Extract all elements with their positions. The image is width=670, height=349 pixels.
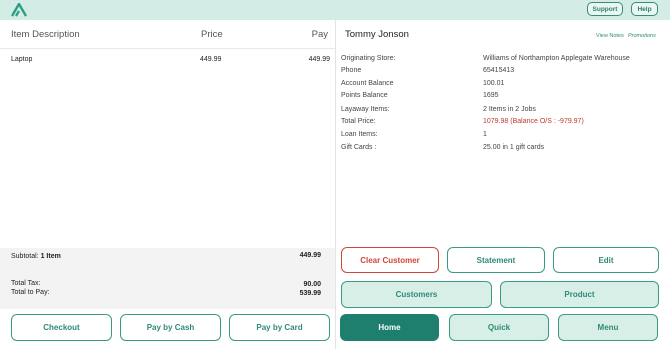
help-button[interactable]: Help: [631, 2, 658, 16]
subtotal-value: 449.99: [299, 252, 321, 259]
edit-button[interactable]: Edit: [553, 247, 659, 273]
field-value-loan-items: 1: [483, 131, 487, 138]
field-label-phone: Phone: [341, 67, 362, 74]
total-tax-label: Total Tax:: [11, 280, 41, 287]
pay-by-cash-button[interactable]: Pay by Cash: [120, 314, 221, 341]
customer-name: Tommy Jonson: [345, 29, 409, 40]
header-divider: [0, 48, 335, 49]
support-button[interactable]: Support: [587, 2, 623, 16]
field-label-loan-items: Loan Items:: [341, 131, 378, 138]
customers-button[interactable]: Customers: [341, 281, 492, 308]
total-to-pay-label: Total to Pay:: [11, 289, 50, 296]
field-label-account-balance: Account Balance: [341, 80, 394, 87]
field-label-total-price: Total Price:: [341, 118, 376, 125]
field-value-originating-store: Williams of Northampton Applegate Wareho…: [483, 55, 630, 62]
top-bar: Support Help: [0, 0, 670, 20]
field-label-gift-cards: Gift Cards :: [341, 144, 377, 151]
promotions-link[interactable]: Promotions: [628, 33, 656, 39]
product-button[interactable]: Product: [500, 281, 659, 308]
menu-button[interactable]: Menu: [558, 314, 658, 341]
field-value-gift-cards: 25.00 in 1 gift cards: [483, 144, 545, 151]
quick-button[interactable]: Quick: [449, 314, 549, 341]
column-header-pay: Pay: [311, 29, 328, 40]
total-tax-value: 90.00: [303, 281, 321, 288]
subtotal-count: 1 Item: [40, 253, 61, 260]
clear-customer-button[interactable]: Clear Customer: [341, 247, 439, 273]
field-label-originating-store: Originating Store:: [341, 55, 396, 62]
statement-button[interactable]: Statement: [447, 247, 545, 273]
item-price: 449.99: [200, 56, 222, 63]
column-header-description: Item Description: [11, 29, 80, 40]
field-value-account-balance: 100.01: [483, 80, 505, 87]
cart-panel: Item Description Price Pay Laptop 449.99…: [0, 20, 335, 349]
subtotal-label: Subtotal:: [11, 253, 39, 260]
field-value-points-balance: 1695: [483, 92, 499, 99]
column-header-price: Price: [201, 29, 223, 40]
totals-panel: Subtotal: 1 Item 449.99 Total Tax: 90.00…: [0, 248, 335, 309]
field-label-layaway-items: Layaway Items:: [341, 106, 390, 113]
total-to-pay-value: 539.99: [299, 290, 321, 297]
customer-panel: Tommy Jonson View Notes Promotions Origi…: [335, 20, 670, 349]
checkout-button[interactable]: Checkout: [11, 314, 112, 341]
home-button[interactable]: Home: [340, 314, 439, 341]
pay-by-card-button[interactable]: Pay by Card: [229, 314, 330, 341]
item-pay: 449.99: [308, 56, 330, 63]
subtotal-row: Subtotal: 1 Item: [11, 253, 61, 260]
field-label-points-balance: Points Balance: [341, 92, 388, 99]
field-value-phone: 65415413: [483, 67, 515, 74]
item-description: Laptop: [11, 56, 33, 63]
field-value-layaway-items: 2 Items in 2 Jobs: [483, 106, 536, 113]
field-value-total-price: 1079.98 (Balance O/S : -979.97): [483, 118, 584, 125]
app-logo-icon: [11, 3, 27, 17]
view-notes-link[interactable]: View Notes: [596, 33, 624, 39]
